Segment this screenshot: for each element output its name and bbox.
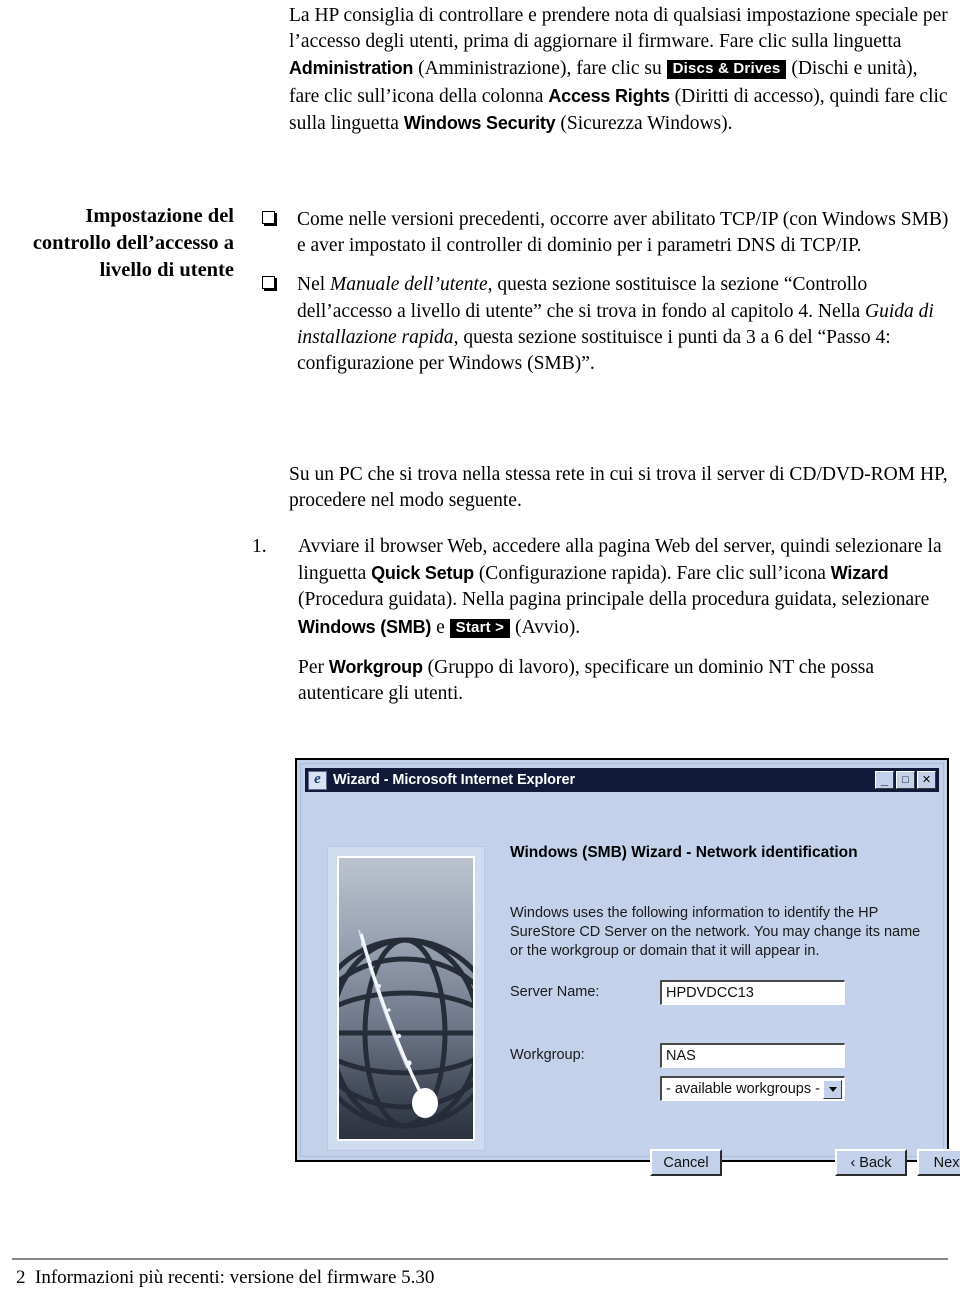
bullet-1-text: Come nelle versioni precedenti, occorre … xyxy=(297,209,949,257)
server-name-input[interactable]: HPDVDCC13 xyxy=(660,980,845,1005)
screenshot-inner-frame: Wizard - Microsoft Internet Explorer _ □… xyxy=(300,763,960,1176)
step-1-text-b: (Configurazione rapida). Fare clic sull’… xyxy=(473,563,831,585)
available-workgroups-select[interactable]: - available workgroups - xyxy=(660,1076,845,1101)
minimize-button[interactable]: _ xyxy=(875,771,894,789)
maximize-icon: □ xyxy=(902,773,909,786)
wizard-page-heading: Windows (SMB) Wizard - Network identific… xyxy=(510,844,858,861)
window-titlebar: Wizard - Microsoft Internet Explorer _ □… xyxy=(305,768,939,792)
window-title: Wizard - Microsoft Internet Explorer xyxy=(333,772,575,788)
intro-text-b: Fare clic sulla linguetta xyxy=(718,31,902,53)
server-name-field-row: Server Name: HPDVDCC13 xyxy=(510,980,850,1006)
workgroup-field-row: Workgroup: NAS xyxy=(510,1043,850,1069)
wizard-screenshot-figure: Wizard - Microsoft Internet Explorer _ □… xyxy=(295,758,960,1176)
intro-text-c: (Amministrazione), fare clic su xyxy=(413,58,667,80)
minimize-icon: _ xyxy=(880,772,889,787)
icon-wizard-label: Wizard xyxy=(830,563,889,584)
globe-comet-graphic xyxy=(337,856,475,1141)
list-number-marker: 1. xyxy=(252,536,267,557)
square-bullet-icon xyxy=(262,211,275,224)
bullet-2-italic-user-manual: Manuale dell’utente xyxy=(330,274,488,296)
step-1-text-e: (Avvio). xyxy=(510,616,581,638)
internet-explorer-icon xyxy=(308,770,327,790)
tab-administration-label: Administration xyxy=(289,58,414,79)
numbered-list: 1. Avviare il browser Web, accedere alla … xyxy=(252,534,957,707)
available-workgroups-value: - available workgroups - xyxy=(666,1081,820,1097)
dialog-body: Windows (SMB) Wizard - Network identific… xyxy=(305,794,960,1176)
step-1-sub-paragraph: Per Workgroup (Gruppo di lavoro), specif… xyxy=(298,654,957,707)
margin-section-heading: Impostazione del controllo dell’accesso … xyxy=(32,205,234,281)
page-footer: 2 Informazioni più recenti: versione del… xyxy=(16,1266,434,1290)
list-item: Come nelle versioni precedenti, occorre … xyxy=(260,207,960,259)
back-button[interactable]: ‹ Back xyxy=(835,1149,907,1176)
footer-label: Informazioni più recenti: versione del f… xyxy=(35,1267,435,1288)
server-name-label: Server Name: xyxy=(510,984,600,1000)
maximize-button[interactable]: □ xyxy=(896,771,915,789)
intro-paragraph: La HP consiglia di controllare e prender… xyxy=(289,3,951,137)
chevron-down-icon[interactable] xyxy=(823,1079,842,1099)
next-button[interactable]: Next › xyxy=(917,1149,960,1176)
close-button[interactable]: ✕ xyxy=(917,771,936,789)
column-access-rights-label: Access Rights xyxy=(548,85,670,106)
step-1-text-c: (Procedura guidata). Nella pagina princi… xyxy=(298,589,930,611)
wizard-art-panel xyxy=(327,846,485,1151)
badge-start-button: Start > xyxy=(449,618,511,638)
intro-paragraph-block: La HP consiglia di controllare e prender… xyxy=(289,3,951,137)
window-controls: _ □ ✕ xyxy=(875,771,936,789)
tab-quick-setup-label: Quick Setup xyxy=(371,563,474,584)
cancel-button[interactable]: Cancel xyxy=(650,1149,722,1176)
workgroup-label: Workgroup: xyxy=(510,1047,585,1063)
list-item: Nel Manuale dell’utente, questa sezione … xyxy=(260,272,960,377)
intro-text-f: (Sicurezza Windows). xyxy=(555,112,733,134)
badge-discs-and-drives: Discs & Drives xyxy=(666,60,787,80)
bullet-2-text-a: Nel xyxy=(297,274,331,296)
bullet-list: Come nelle versioni precedenti, occorre … xyxy=(260,207,960,390)
step-1-text-d: e xyxy=(431,616,450,638)
document-page: Impostazione del controllo dell’accesso … xyxy=(0,0,960,1294)
workgroup-input[interactable]: NAS xyxy=(660,1043,845,1068)
sub-text-a: Per xyxy=(298,656,329,678)
square-bullet-icon xyxy=(262,276,275,290)
footer-page-number: 2 xyxy=(16,1267,26,1288)
close-icon: ✕ xyxy=(921,773,932,786)
field-workgroup-label: Workgroup xyxy=(328,656,423,677)
globe-wireframe-svg xyxy=(339,929,473,1129)
procedure-intro-paragraph: Su un PC che si trova nella stessa rete … xyxy=(289,464,948,512)
tab-windows-security-label: Windows Security xyxy=(403,112,556,133)
footer-divider xyxy=(12,1258,948,1260)
wizard-description-text: Windows uses the following information t… xyxy=(510,905,921,959)
option-windows-smb-label: Windows (SMB) xyxy=(298,616,432,637)
numbered-list-item: 1. Avviare il browser Web, accedere alla … xyxy=(252,534,957,707)
